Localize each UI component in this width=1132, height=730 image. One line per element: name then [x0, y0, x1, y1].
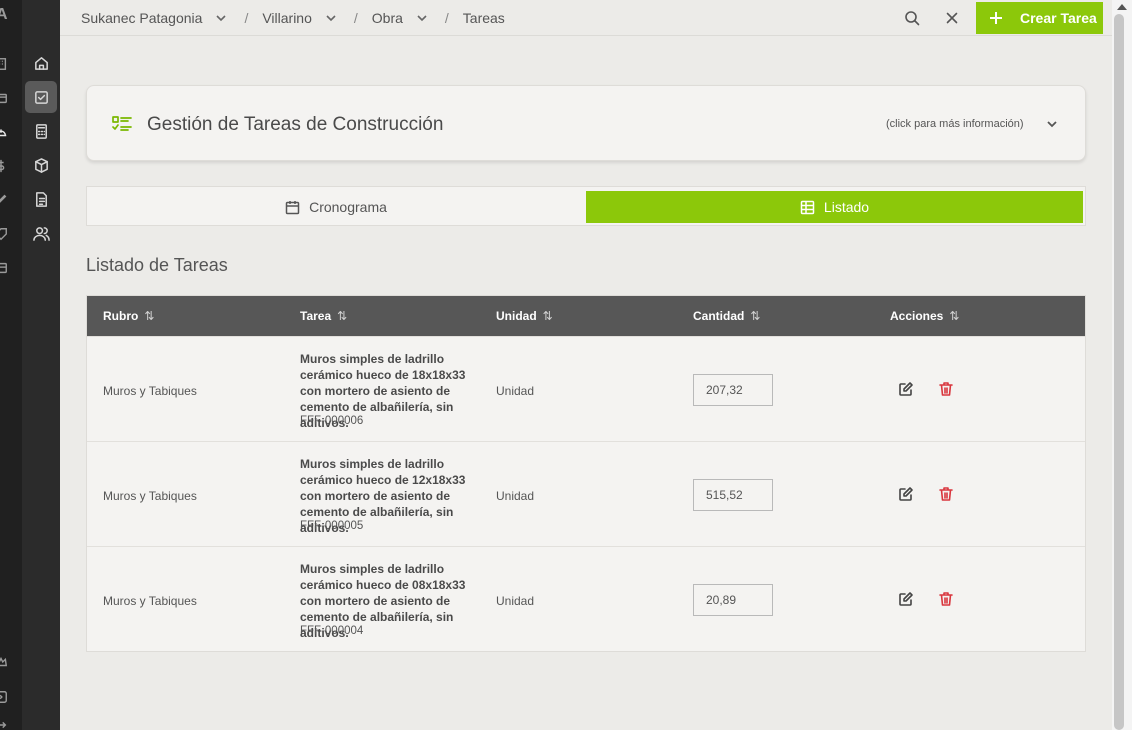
dollar-icon[interactable] [0, 159, 8, 173]
column-header-cantidad[interactable]: Cantidad ⇅ [693, 296, 760, 336]
quantity-input[interactable] [693, 479, 773, 511]
column-header-tarea[interactable]: Tarea ⇅ [300, 296, 347, 336]
calculator-icon [35, 123, 47, 139]
column-header-unidad[interactable]: Unidad ⇅ [496, 296, 553, 336]
breadcrumb-separator: / [444, 10, 449, 26]
sort-icon: ⇅ [144, 309, 155, 323]
column-label: Rubro [103, 309, 139, 323]
more-info-link[interactable]: (click para más información) [886, 118, 1024, 130]
cell-code: FFF-000004 [300, 625, 364, 637]
search-icon[interactable] [904, 10, 920, 26]
crown-icon[interactable] [0, 655, 8, 669]
box-icon [34, 157, 48, 173]
cell-unidad: Unidad [496, 594, 535, 608]
cell-unidad: Unidad [496, 384, 535, 398]
chevron-down-icon[interactable] [1045, 117, 1059, 131]
chevron-down-icon [417, 15, 427, 22]
breadcrumb-project-label: Villarino [262, 10, 312, 26]
tab-cronograma-label: Cronograma [309, 199, 387, 215]
logout-icon[interactable] [0, 718, 8, 730]
scrollbar[interactable] [1112, 0, 1132, 730]
breadcrumb-section-label: Obra [371, 10, 403, 26]
topbar: Sukanec Patagonia / Villarino / Obra / T… [60, 0, 1112, 36]
task-list-icon [111, 114, 133, 134]
sort-icon: ⇅ [750, 309, 761, 323]
pencil-icon[interactable] [0, 193, 8, 207]
sidebar-item-documents[interactable] [25, 183, 57, 215]
chevron-down-icon [216, 15, 227, 22]
tasks-table: Rubro ⇅ Tarea ⇅ Unidad ⇅ Cantidad ⇅ Acciones… [86, 295, 1086, 652]
edit-icon[interactable] [898, 381, 914, 397]
table-row: Muros y Tabiques Muros simples de ladril… [87, 441, 1085, 546]
column-label: Tarea [300, 309, 332, 323]
breadcrumb-separator: / [244, 10, 249, 26]
breadcrumb-org[interactable]: Sukanec Patagonia [81, 10, 228, 26]
plus-icon [990, 12, 1002, 24]
helmet-icon[interactable] [0, 125, 8, 139]
outer-rail: A [0, 0, 22, 730]
app-logo: A [0, 6, 8, 23]
breadcrumb-current: Tareas [462, 10, 505, 26]
section-title: Listado de Tareas [86, 255, 228, 275]
checkbox-icon [34, 90, 48, 104]
building-icon[interactable] [0, 57, 8, 71]
cell-rubro: Muros y Tabiques [103, 594, 197, 608]
tag-icon[interactable] [0, 227, 8, 241]
table-icon [800, 200, 815, 214]
tab-listado-label: Listado [823, 199, 870, 215]
column-label: Cantidad [693, 309, 745, 323]
expand-icon[interactable] [0, 690, 8, 704]
sidebar-item-calculator[interactable] [25, 115, 57, 147]
cell-rubro: Muros y Tabiques [103, 489, 197, 503]
quantity-input[interactable] [693, 374, 773, 406]
column-label: Unidad [496, 309, 537, 323]
quantity-input[interactable] [693, 584, 773, 616]
sort-icon: ⇅ [949, 309, 960, 323]
breadcrumb-project[interactable]: Villarino [262, 10, 338, 26]
breadcrumb: Sukanec Patagonia / Villarino / Obra / T… [81, 0, 505, 36]
sort-icon: ⇅ [337, 309, 348, 323]
column-label: Acciones [890, 309, 944, 323]
create-task-label: Crear Tarea [1020, 10, 1097, 26]
wallet-icon[interactable] [0, 91, 8, 105]
info-card[interactable]: Gestión de Tareas de Construcción (click… [86, 85, 1086, 161]
table-header: Rubro ⇅ Tarea ⇅ Unidad ⇅ Cantidad ⇅ Acciones… [87, 296, 1085, 336]
sidebar-item-materials[interactable] [25, 149, 57, 181]
edit-icon[interactable] [898, 486, 914, 502]
breadcrumb-org-label: Sukanec Patagonia [81, 10, 203, 26]
table-row: Muros y Tabiques Muros simples de ladril… [87, 336, 1085, 441]
tab-listado[interactable]: Listado [586, 191, 1083, 223]
tab-cronograma[interactable]: Cronograma [87, 191, 585, 223]
cell-code: FFF-000006 [300, 415, 364, 427]
card-icon[interactable] [0, 261, 8, 275]
sidebar-item-users[interactable] [25, 217, 57, 249]
breadcrumb-separator: / [353, 10, 358, 26]
trash-icon[interactable] [938, 591, 954, 607]
scroll-up-arrow[interactable] [1117, 4, 1127, 10]
page-title: Gestión de Tareas de Construcción [147, 114, 444, 135]
document-icon [35, 191, 47, 207]
calendar-icon [285, 200, 300, 214]
sidebar [22, 0, 60, 730]
column-header-acciones[interactable]: Acciones ⇅ [890, 296, 959, 336]
sidebar-item-tareas[interactable] [25, 81, 57, 113]
chevron-down-icon [326, 15, 336, 22]
breadcrumb-section[interactable]: Obra [372, 10, 429, 26]
scroll-thumb[interactable] [1114, 14, 1124, 730]
sidebar-item-home[interactable] [25, 47, 57, 79]
sort-icon: ⇅ [542, 309, 553, 323]
close-icon[interactable] [944, 10, 960, 26]
trash-icon[interactable] [938, 381, 954, 397]
trash-icon[interactable] [938, 486, 954, 502]
column-header-rubro[interactable]: Rubro ⇅ [103, 296, 154, 336]
table-row: Muros y Tabiques Muros simples de ladril… [87, 546, 1085, 651]
cell-unidad: Unidad [496, 489, 535, 503]
cell-code: FFF-000005 [300, 520, 364, 532]
users-icon [32, 226, 50, 241]
cell-rubro: Muros y Tabiques [103, 384, 197, 398]
view-toggle: Cronograma Listado [86, 186, 1086, 226]
create-task-button[interactable]: Crear Tarea [976, 2, 1103, 34]
edit-icon[interactable] [898, 591, 914, 607]
home-icon [34, 56, 48, 70]
